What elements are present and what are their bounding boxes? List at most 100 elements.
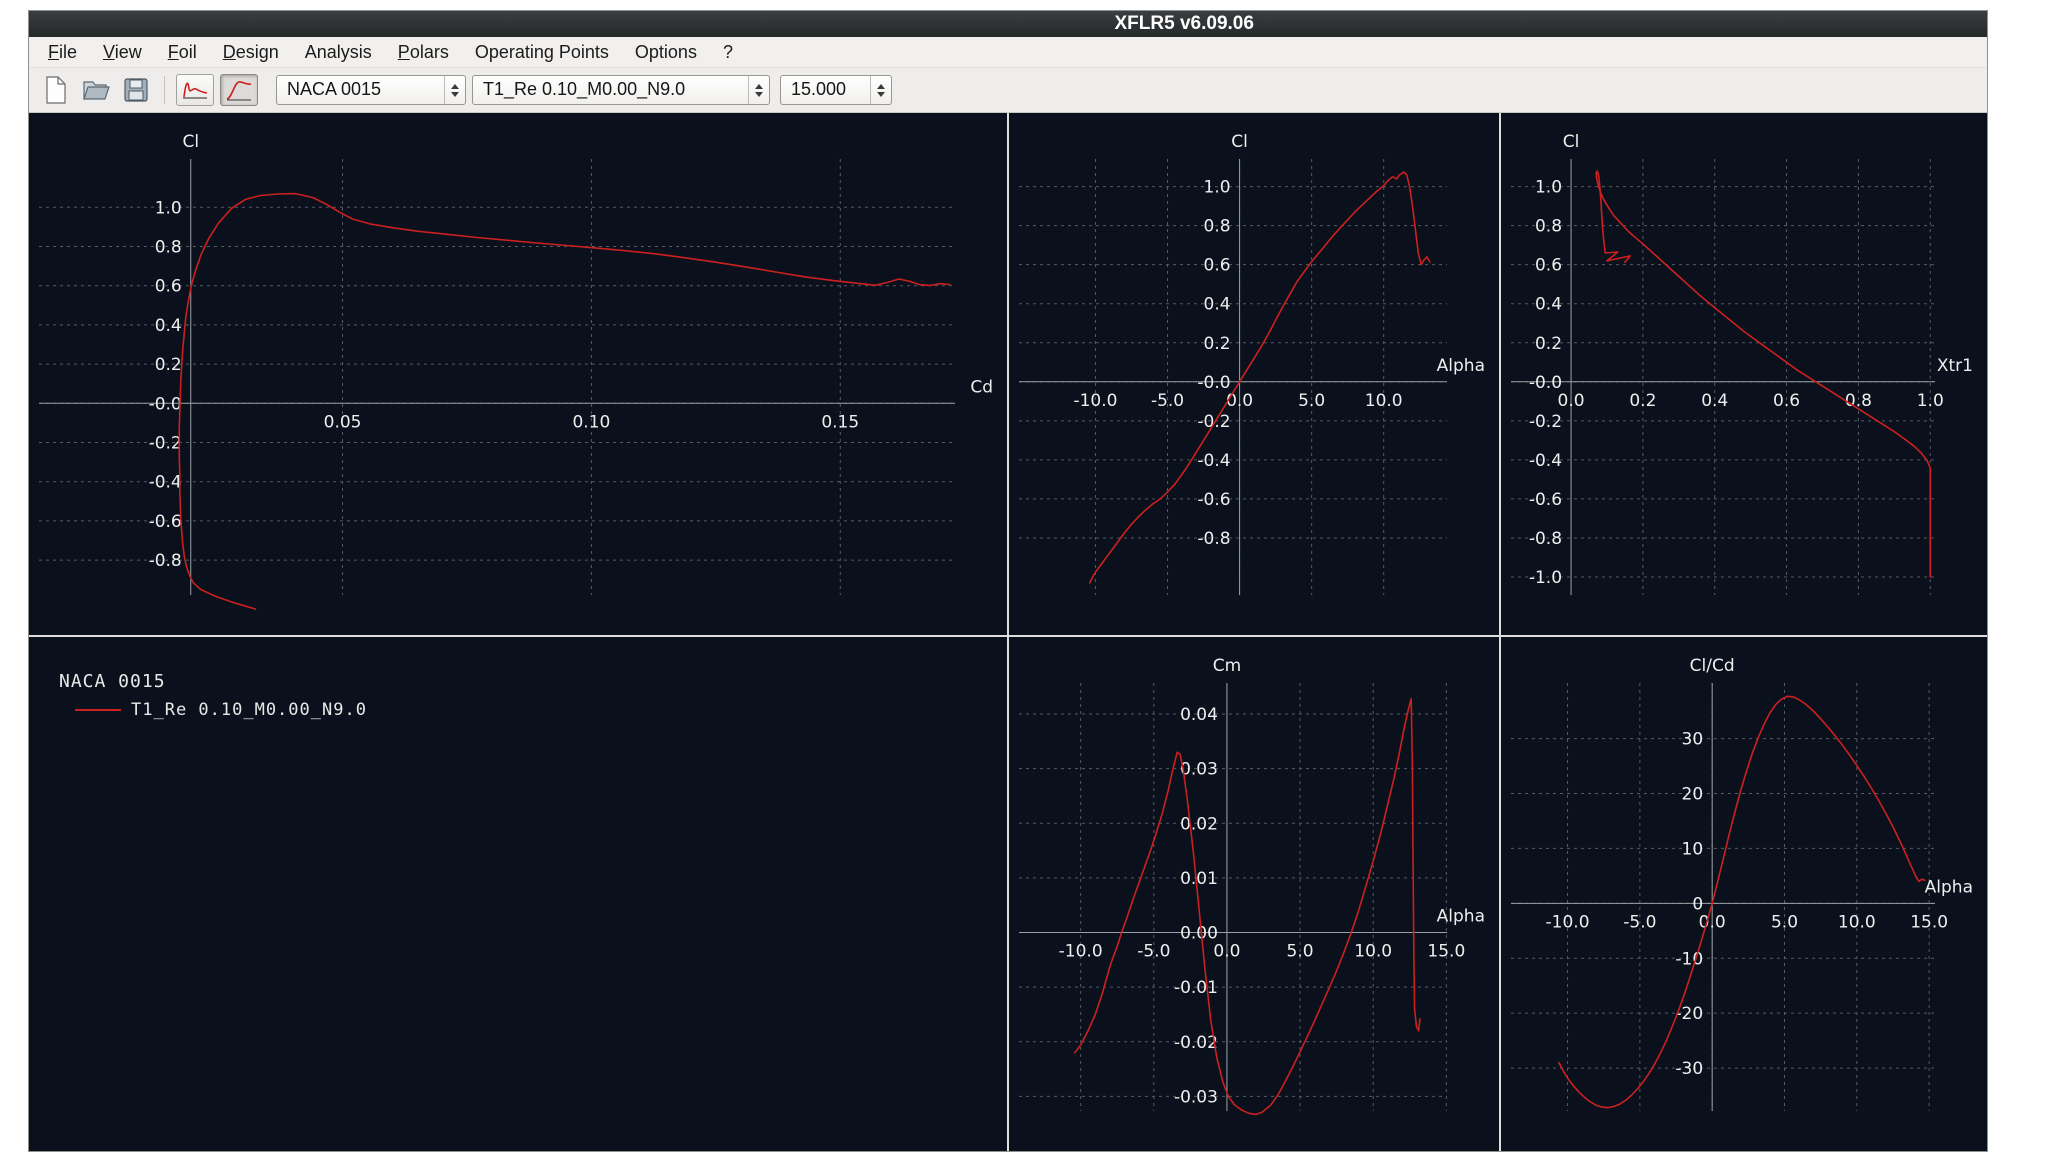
data-curve <box>178 192 951 610</box>
menu-bar: File View Foil Design Analysis Polars Operatin… <box>29 37 1987 68</box>
y-tick-label: 0.04 <box>1180 705 1218 725</box>
y-tick-label: -0.8 <box>1529 529 1562 549</box>
menu-item-operating-points[interactable]: Operating Points <box>462 39 622 66</box>
y-tick-label: 0.8 <box>1204 217 1231 237</box>
y-tick-label: -0.4 <box>1529 451 1562 471</box>
y-tick-label: 1.0 <box>1204 178 1231 198</box>
x-tick-label: 5.0 <box>1287 942 1314 962</box>
x-tick-label: 0.0 <box>1558 391 1585 411</box>
x-tick-label: 15.0 <box>1427 942 1465 962</box>
polar-view-button[interactable] <box>220 74 258 106</box>
open-folder-icon <box>83 80 110 100</box>
operating-point-spinner[interactable] <box>870 76 891 104</box>
x-tick-label: 10.0 <box>1354 942 1392 962</box>
y-tick-label: 0.01 <box>1180 869 1218 889</box>
x-tick-label: 0.4 <box>1701 391 1728 411</box>
foil-geometry-view-button[interactable] <box>176 74 214 106</box>
x-tick-label: 0.0 <box>1699 912 1726 932</box>
menu-mnemonic: V <box>103 41 115 62</box>
y-tick-label: 10 <box>1682 839 1704 859</box>
spin-down-icon <box>877 91 885 97</box>
y-tick-label: 30 <box>1682 730 1704 750</box>
legend-foil-name: NACA 0015 <box>59 671 166 692</box>
y-axis-title: Cl <box>1231 132 1248 152</box>
xflr5-window: XFLR5 v6.09.06 File View Foil Design Analysi… <box>28 10 1988 1152</box>
x-tick-label: 10.0 <box>1365 391 1403 411</box>
x-tick-label: 0.0 <box>1226 391 1253 411</box>
y-tick-label: 0.4 <box>1204 295 1231 315</box>
foil-select-value: NACA 0015 <box>287 79 382 99</box>
x-tick-label: 0.05 <box>324 412 362 432</box>
foil-curve-icon <box>183 82 208 99</box>
plot-canvas-cl-vs-cd: 1.0 0.8 0.6 0.4 0.2 -0.0 -0.2 -0.4 -0.6 -0.8 0.05 0… <box>39 132 993 610</box>
legend-polar-name: T1_Re 0.10_M0.00_N9.0 <box>131 700 367 720</box>
x-axis-title: Alpha <box>1437 907 1485 927</box>
plot-panel-cl-vs-alpha[interactable]: 1.0 0.8 0.6 0.4 0.2 -0.0 -0.2 -0.4 -0.6 -0.8 -10.0… <box>1009 113 1501 637</box>
x-tick-label: 0.8 <box>1845 391 1872 411</box>
x-tick-label: 0.6 <box>1773 391 1800 411</box>
y-tick-label: 0.2 <box>155 355 182 375</box>
foil-select-spinner[interactable] <box>444 76 465 104</box>
legend: NACA 0015 T1_Re 0.10_M0.00_N9.0 <box>29 637 1007 720</box>
y-tick-label: -10 <box>1675 949 1703 969</box>
y-tick-label: 0.03 <box>1180 760 1218 780</box>
y-tick-label: -0.0 <box>1529 373 1562 393</box>
menu-mnemonic: F <box>48 41 59 62</box>
new-project-button[interactable] <box>39 73 73 107</box>
menu-mnemonic: P <box>397 41 410 62</box>
y-tick-label: -0.4 <box>149 473 182 493</box>
spin-up-icon <box>877 83 885 89</box>
y-tick-label: -1.0 <box>1529 568 1562 588</box>
spin-up-icon <box>451 83 459 89</box>
x-tick-label: 1.0 <box>1917 391 1944 411</box>
toolbar: NACA 0015 T1_Re 0.10_M0.00_N9.0 15.000 <box>29 68 1987 113</box>
y-tick-label: -0.2 <box>1197 412 1230 432</box>
menu-item-foil[interactable]: Foil <box>155 39 210 66</box>
menu-item-options[interactable]: Options <box>622 39 710 66</box>
x-tick-label: 0.15 <box>821 412 859 432</box>
y-tick-label: 0.6 <box>1204 256 1231 276</box>
menu-item-analysis[interactable]: Analysis <box>292 39 385 66</box>
save-button[interactable] <box>119 73 153 107</box>
menu-item-design[interactable]: Design <box>210 39 292 66</box>
window-title: XFLR5 v6.09.06 <box>1114 13 1254 34</box>
plot-panel-cl-vs-cd[interactable]: 1.0 0.8 0.6 0.4 0.2 -0.0 -0.2 -0.4 -0.6 -0.8 0.05 0… <box>29 113 1009 637</box>
y-tick-label: 0.00 <box>1180 924 1218 944</box>
data-curve <box>1558 695 1926 1109</box>
menu-mnemonic: F <box>167 41 179 62</box>
operating-point-spinbox[interactable]: 15.000 <box>780 75 892 105</box>
y-tick-label: 1.0 <box>155 198 182 218</box>
x-tick-label: -10.0 <box>1073 391 1117 411</box>
plot-panel-clcd-vs-alpha[interactable]: 30 20 10 0 -10 -20 -30 -10.0 -5.0 0.0 5.0 10.0 15.0 C… <box>1501 637 1987 1151</box>
spin-down-icon <box>755 91 763 97</box>
polar-plot-area: 1.0 0.8 0.6 0.4 0.2 -0.0 -0.2 -0.4 -0.6 -0.8 0.05 0… <box>29 113 1987 1151</box>
y-tick-label: -0.2 <box>1529 412 1562 432</box>
y-tick-label: -30 <box>1675 1059 1703 1079</box>
menu-item-file[interactable]: File <box>35 39 90 66</box>
plot-panel-cl-vs-xtr1[interactable]: 1.0 0.8 0.6 0.4 0.2 -0.0 -0.2 -0.4 -0.6 -0.8 -1.0 0… <box>1501 113 1987 637</box>
x-axis-title: Alpha <box>1925 877 1973 897</box>
polar-select-spinner[interactable] <box>748 76 769 104</box>
legend-entry: T1_Re 0.10_M0.00_N9.0 <box>59 700 1007 720</box>
y-tick-label: 0.2 <box>1535 334 1562 354</box>
plot-panel-cm-vs-alpha[interactable]: 0.04 0.03 0.02 0.01 0.00 -0.01 -0.02 -0.03 -10.0… <box>1009 637 1501 1151</box>
plot-canvas-cm-vs-alpha: 0.04 0.03 0.02 0.01 0.00 -0.01 -0.02 -0.03 -10.0… <box>1019 656 1485 1116</box>
menu-item-help[interactable]: ? <box>710 39 746 66</box>
y-tick-label: 0.6 <box>155 277 182 297</box>
plot-canvas-clcd-vs-alpha: 3020100-10-20-30-10.0 -5.0 0.0 5.0 10.0 15.0C… <box>1511 656 1973 1111</box>
y-tick-label: -0.0 <box>1197 373 1230 393</box>
polar-curve-icon <box>226 81 252 101</box>
title-bar[interactable]: XFLR5 v6.09.06 <box>29 11 1987 37</box>
new-file-icon <box>46 76 66 104</box>
y-tick-label: 0.02 <box>1180 814 1218 834</box>
open-file-button[interactable] <box>79 73 113 107</box>
legend-panel: NACA 0015 T1_Re 0.10_M0.00_N9.0 <box>29 637 1009 1151</box>
y-tick-label: 0 <box>1692 894 1703 914</box>
operating-point-value: 15.000 <box>791 79 847 99</box>
foil-select[interactable]: NACA 0015 <box>276 75 466 105</box>
y-tick-label: -0.4 <box>1197 451 1230 471</box>
y-tick-label: -0.02 <box>1174 1033 1218 1053</box>
polar-select[interactable]: T1_Re 0.10_M0.00_N9.0 <box>472 75 770 105</box>
menu-item-view[interactable]: View <box>90 39 155 66</box>
menu-item-polars[interactable]: Polars <box>385 39 462 66</box>
